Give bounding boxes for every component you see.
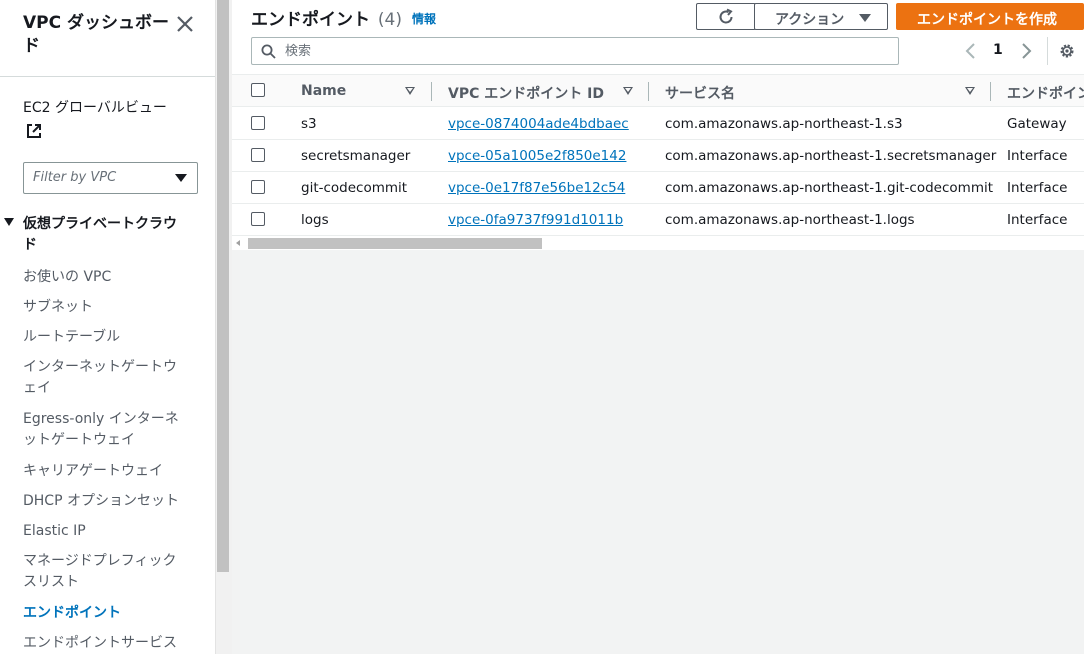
cell-endpoint-type: Interface (1007, 148, 1068, 164)
info-link[interactable]: 情報 (412, 10, 436, 27)
sort-icon[interactable] (965, 87, 975, 95)
gear-icon[interactable] (1058, 42, 1076, 60)
sidebar-title: VPC ダッシュボード (23, 13, 170, 56)
sidebar-item-elastic-ip[interactable]: Elastic IP (23, 521, 193, 542)
sort-icon[interactable] (623, 87, 633, 95)
cell-name: s3 (301, 116, 317, 132)
refresh-icon (719, 8, 733, 24)
sidebar-header: VPC ダッシュボード (0, 0, 215, 77)
horizontal-scrollbar-thumb[interactable] (248, 238, 542, 249)
cell-service-name: com.amazonaws.ap-northeast-1.logs (665, 212, 915, 228)
endpoints-panel: エンドポイント (4) 情報 アクション エンドポイントを作成 検索 1 Nam… (232, 0, 1084, 236)
pager-divider (1047, 37, 1048, 65)
table-row[interactable]: logs vpce-0fa9737f991d1011b com.amazonaw… (232, 204, 1084, 236)
actions-label: アクション (775, 12, 845, 28)
table-header: Name VPC エンドポイント ID サービス名 エンドポイン (232, 75, 1084, 107)
sidebar-item-subnets[interactable]: サブネット (23, 297, 193, 318)
section-label: 仮想プライベートクラウド (23, 216, 177, 253)
page-title: エンドポイント (4) (251, 5, 402, 30)
chevron-left-icon[interactable] (964, 41, 978, 61)
row-checkbox[interactable] (251, 148, 265, 162)
cell-name: git-codecommit (301, 180, 408, 196)
table-row[interactable]: secretsmanager vpce-05a1005e2f850e142 co… (232, 140, 1084, 172)
ec2-global-view-link[interactable]: EC2 グローバルビュー (23, 98, 167, 118)
endpoint-count: (4) (377, 10, 403, 30)
scroll-left-arrow-icon[interactable] (236, 240, 240, 246)
cell-service-name: com.amazonaws.ap-northeast-1.secretsmana… (665, 148, 997, 164)
caret-down-icon (175, 174, 187, 182)
refresh-button[interactable] (696, 3, 756, 30)
sidebar-item-dhcp-options[interactable]: DHCP オプションセット (23, 491, 193, 512)
sidebar-item-managed-prefix-lists[interactable]: マネージドプレフィックスリスト (23, 551, 183, 593)
page-title-text: エンドポイント (251, 10, 370, 30)
create-endpoint-label: エンドポイントを作成 (917, 12, 1057, 28)
sidebar-scrollbar-thumb[interactable] (217, 0, 229, 572)
cell-endpoint-type: Gateway (1007, 116, 1067, 132)
table-row[interactable]: s3 vpce-0874004ade4bdbaec com.amazonaws.… (232, 108, 1084, 140)
endpoint-id-link[interactable]: vpce-0e17f87e56be12c54 (448, 180, 625, 196)
column-header-endpoint-type[interactable]: エンドポイン (1007, 83, 1084, 103)
cell-name: logs (301, 212, 329, 228)
vpc-filter-select[interactable]: Filter by VPC (23, 162, 198, 194)
actions-dropdown-button[interactable]: アクション (754, 3, 888, 30)
select-all-checkbox[interactable] (251, 83, 265, 97)
chevron-right-icon[interactable] (1019, 41, 1033, 61)
sidebar-item-carrier-gateways[interactable]: キャリアゲートウェイ (23, 461, 193, 482)
cell-service-name: com.amazonaws.ap-northeast-1.s3 (665, 116, 903, 132)
endpoint-id-link[interactable]: vpce-0874004ade4bdbaec (448, 116, 629, 132)
section-virtual-private-cloud[interactable]: 仮想プライベートクラウド (4, 214, 194, 253)
row-checkbox[interactable] (251, 180, 265, 194)
search-icon (261, 44, 276, 59)
sidebar-item-endpoint-services[interactable]: エンドポイントサービス (23, 633, 193, 654)
external-link-icon[interactable] (26, 123, 42, 139)
cell-endpoint-type: Interface (1007, 212, 1068, 228)
sidebar-item-egress-only-igw[interactable]: Egress-only インターネットゲートウェイ (23, 409, 183, 451)
cell-name: secretsmanager (301, 148, 411, 164)
sidebar-item-endpoints[interactable]: エンドポイント (23, 603, 193, 624)
column-header-endpoint-id[interactable]: VPC エンドポイント ID (448, 83, 604, 103)
search-input[interactable] (285, 42, 885, 60)
sidebar-item-route-tables[interactable]: ルートテーブル (23, 327, 193, 348)
column-header-name[interactable]: Name (301, 83, 346, 99)
create-endpoint-button[interactable]: エンドポイントを作成 (896, 3, 1084, 30)
sidebar-item-your-vpcs[interactable]: お使いの VPC (23, 267, 193, 288)
sidebar: VPC ダッシュボード EC2 グローバルビュー Filter by VPC 仮… (0, 0, 215, 654)
endpoint-id-link[interactable]: vpce-0fa9737f991d1011b (448, 212, 623, 228)
column-divider[interactable] (648, 82, 649, 101)
caret-down-icon (4, 218, 14, 226)
column-header-service-name[interactable]: サービス名 (665, 83, 735, 103)
main-content: エンドポイント (4) 情報 アクション エンドポイントを作成 検索 1 Nam… (232, 0, 1084, 654)
row-checkbox[interactable] (251, 212, 265, 226)
sidebar-item-internet-gateways[interactable]: インターネットゲートウェイ (23, 357, 183, 399)
close-icon[interactable] (174, 13, 196, 35)
search-box[interactable] (251, 37, 899, 65)
column-divider[interactable] (990, 82, 991, 101)
column-divider[interactable] (431, 82, 432, 101)
endpoint-id-link[interactable]: vpce-05a1005e2f850e142 (448, 148, 626, 164)
caret-down-icon (859, 14, 871, 22)
sort-icon[interactable] (405, 87, 415, 95)
cell-service-name: com.amazonaws.ap-northeast-1.git-codecom… (665, 180, 994, 196)
table-row[interactable]: git-codecommit vpce-0e17f87e56be12c54 co… (232, 172, 1084, 204)
page-number[interactable]: 1 (993, 42, 1003, 58)
cell-endpoint-type: Interface (1007, 180, 1068, 196)
row-checkbox[interactable] (251, 116, 265, 130)
vpc-filter-placeholder: Filter by VPC (33, 170, 117, 185)
